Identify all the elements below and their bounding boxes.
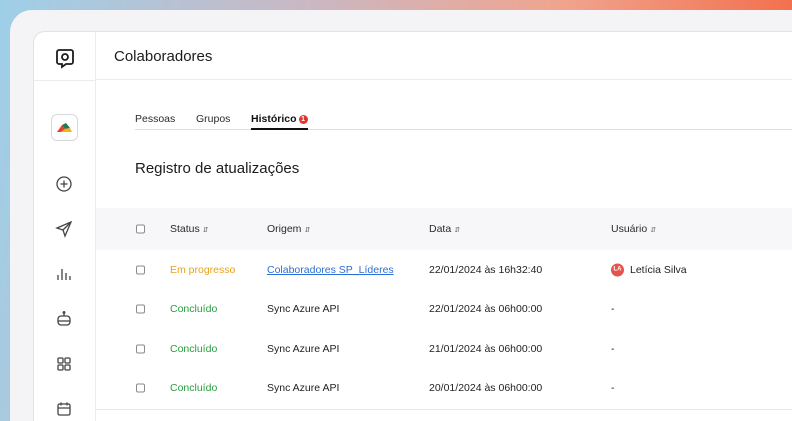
column-header-label: Origem [267,223,302,235]
column-header-label: Usuário [611,223,648,235]
sort-icon: ⇵ [304,227,311,234]
add-circle-icon[interactable] [55,175,73,193]
notification-badge: 1 [298,115,308,124]
sidebar-divider [34,80,96,81]
status-text: Em progresso [170,264,236,276]
bot-icon[interactable] [55,310,73,328]
table-bottom-divider [96,409,792,410]
status-text: Concluído [170,303,218,315]
origin-text: Sync Azure API [267,303,340,315]
sort-icon: ⇵ [202,227,209,234]
page-header: Colaboradores [96,32,792,80]
column-header-data[interactable]: Data ⇵ [429,223,460,235]
brand-logo-icon [57,122,72,132]
table-row[interactable]: Concluído Sync Azure API 21/01/2024 às 0… [96,329,792,369]
row-checkbox[interactable] [136,304,145,314]
user-name: Letícia Silva [630,263,687,276]
select-all-checkbox[interactable] [136,224,145,234]
date-text: 22/01/2024 às 16h32:40 [429,264,543,276]
calendar-icon[interactable] [55,400,73,418]
date-text: 22/01/2024 às 06h00:00 [429,303,543,315]
chart-bar-icon[interactable] [55,265,73,283]
send-icon[interactable] [55,220,73,238]
tab-bar: Pessoas Grupos Histórico 1 [135,110,792,130]
date-text: 21/01/2024 às 06h00:00 [429,343,543,355]
page-title: Colaboradores [114,48,213,65]
origin-link[interactable]: Colaboradores SP_Líderes [267,264,394,276]
app-window: Colaboradores Pessoas Grupos Histórico 1 … [33,31,792,421]
table-row[interactable]: Concluído Sync Azure API 22/01/2024 às 0… [96,289,792,329]
origin-text: Sync Azure API [267,343,340,355]
table-row[interactable]: Em progresso Colaboradores SP_Líderes 22… [96,250,792,290]
app-logo-icon[interactable] [53,46,77,70]
column-header-origem[interactable]: Origem ⇵ [267,223,310,235]
user-cell: LA Letícia Silva [611,263,687,277]
row-checkbox[interactable] [136,383,145,393]
row-checkbox[interactable] [136,265,145,275]
avatar: LA [611,263,624,277]
tab-grupos[interactable]: Grupos [196,113,230,130]
table-row[interactable]: Concluído Sync Azure API 20/01/2024 às 0… [96,368,792,408]
status-text: Concluído [170,343,218,355]
table-header: Status ⇵ Origem ⇵ Data ⇵ Usuário ⇵ [96,208,792,250]
section-title: Registro de atualizações [135,160,300,177]
tab-historico[interactable]: Histórico 1 [251,113,308,130]
brand-switcher[interactable] [51,114,78,141]
user-name: - [611,382,615,394]
tab-pessoas[interactable]: Pessoas [135,113,175,130]
user-name: - [611,343,615,355]
status-text: Concluído [170,382,218,394]
sidebar [34,32,96,421]
origin-text: Sync Azure API [267,382,340,394]
grid-icon[interactable] [55,355,73,373]
column-header-label: Status [170,223,200,235]
date-text: 20/01/2024 às 06h00:00 [429,382,543,394]
column-header-status[interactable]: Status ⇵ [170,223,209,235]
column-header-label: Data [429,223,452,235]
sort-icon: ⇵ [650,227,657,234]
row-checkbox[interactable] [136,344,145,354]
user-name: - [611,303,615,315]
tab-historico-label: Histórico [251,113,297,125]
column-header-usuario[interactable]: Usuário ⇵ [611,223,656,235]
sort-icon: ⇵ [454,227,461,234]
